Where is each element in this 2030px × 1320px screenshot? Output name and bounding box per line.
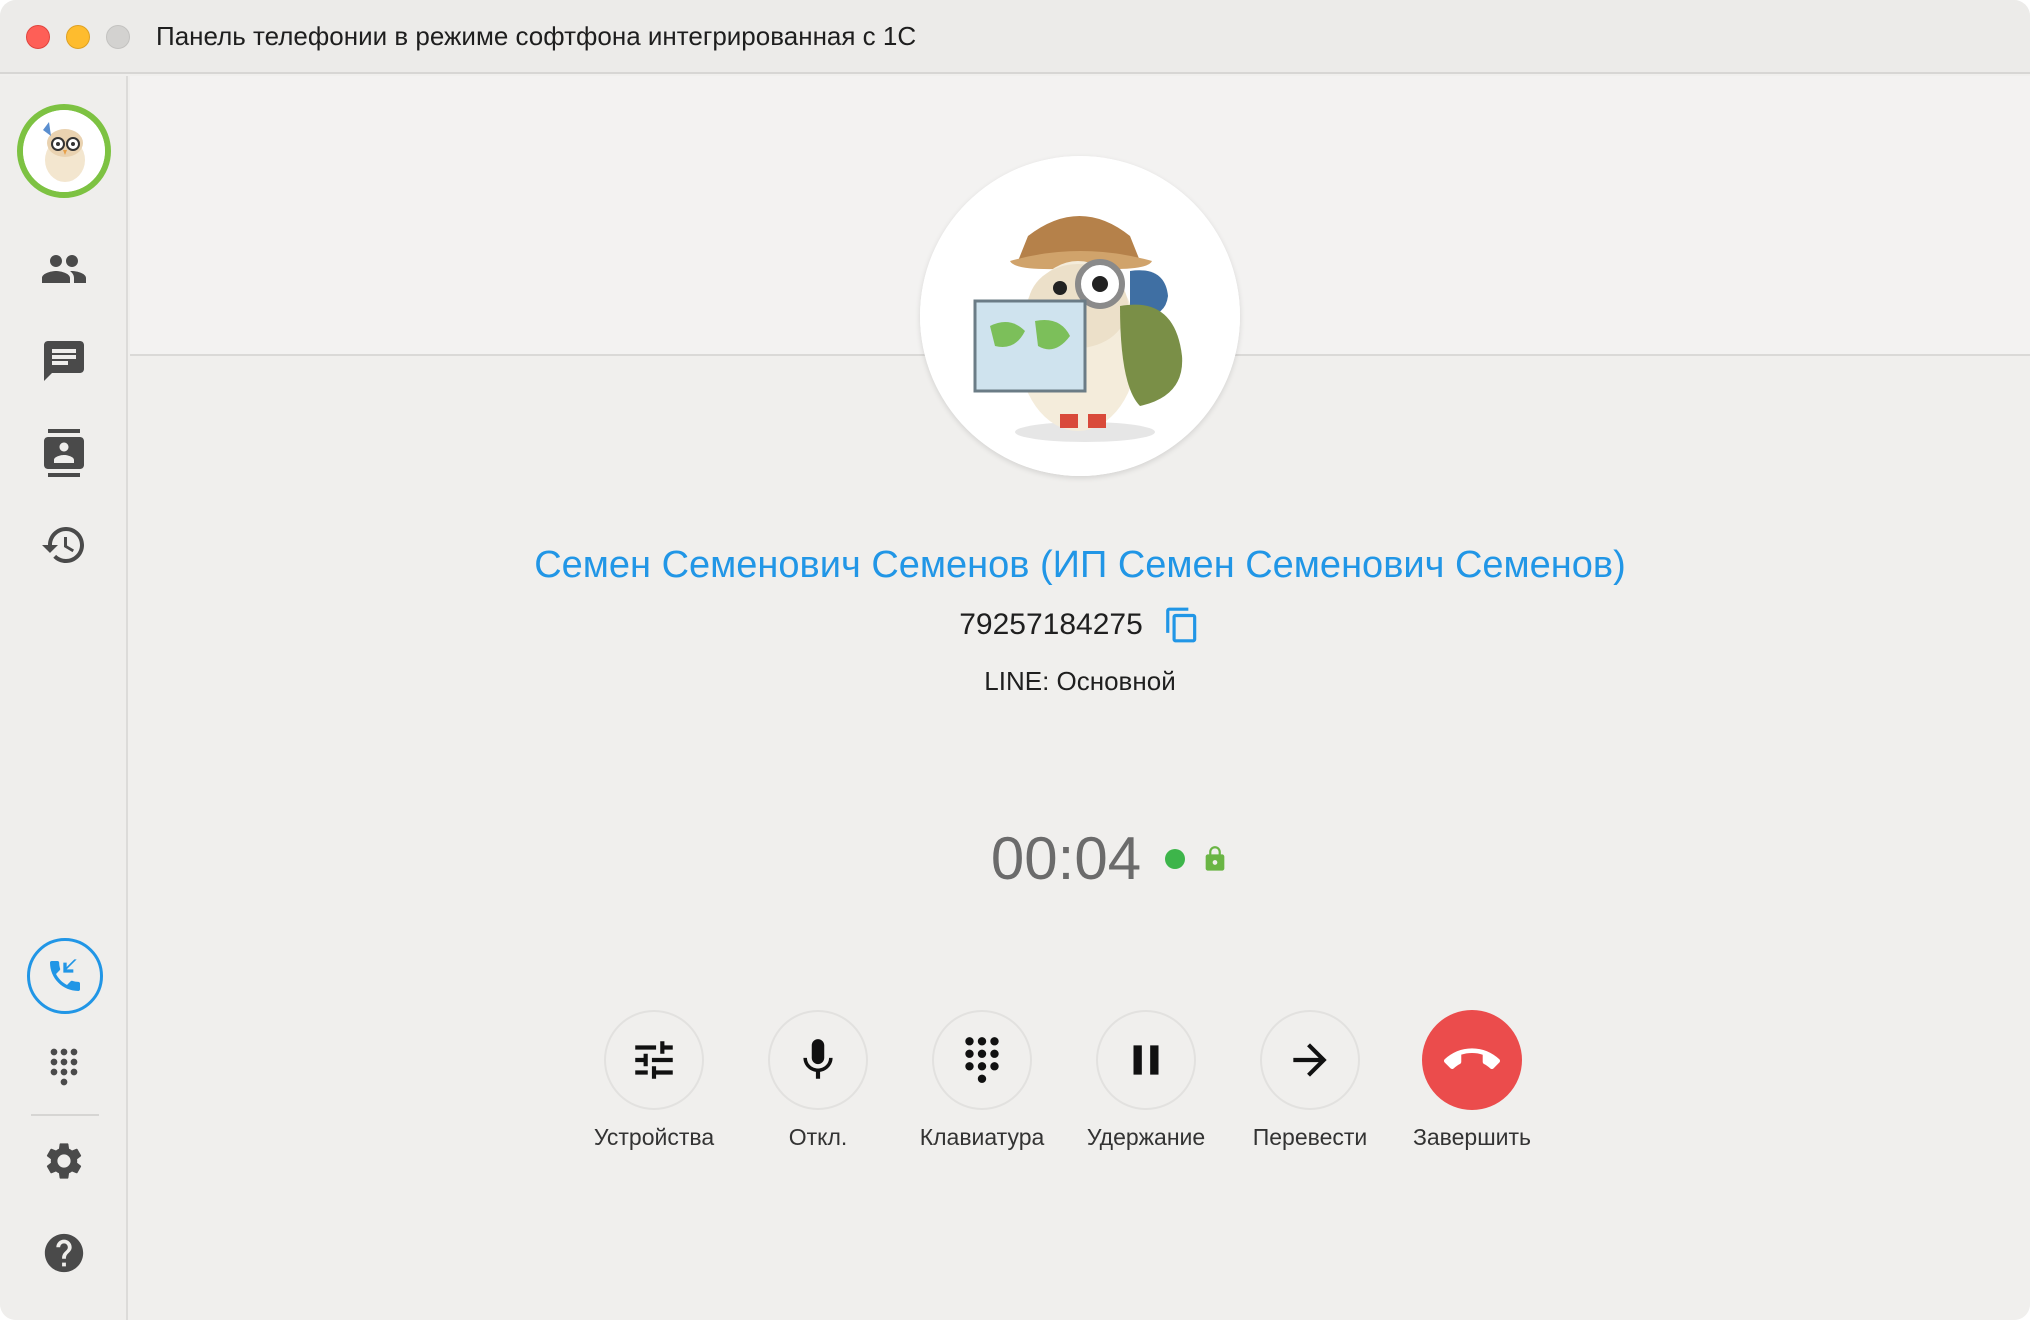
sidebar-help-button[interactable]: [33, 1222, 95, 1284]
call-timer: 00:04: [990, 825, 1142, 892]
close-window-button[interactable]: [26, 25, 50, 49]
mute-label: Откл.: [788, 1124, 848, 1150]
phone-number: 79257184275: [959, 608, 1143, 641]
sidebar-item-messages[interactable]: [33, 330, 95, 392]
end-call-label: Завершить: [1412, 1124, 1532, 1150]
sidebar-active-call-button[interactable]: [27, 938, 103, 1014]
hold-label: Удержание: [1086, 1124, 1206, 1150]
contact-card-icon: [44, 429, 84, 477]
hold-button[interactable]: [1096, 1010, 1196, 1110]
sidebar-item-address-book[interactable]: [33, 422, 95, 484]
call-controls: Устройства Откл. Клавиатура Удержание Пе…: [584, 1010, 1584, 1170]
call-panel: Семен Семенович Семенов (ИП Семен Семено…: [130, 76, 2030, 1320]
line-label: LINE: Основной: [984, 666, 1176, 696]
hold-control: Удержание: [1076, 1010, 1216, 1151]
history-icon: [42, 527, 84, 563]
help-icon: [44, 1233, 84, 1273]
keypad-label: Клавиатура: [919, 1124, 1045, 1150]
mute-button[interactable]: [768, 1010, 868, 1110]
phone-row: 79257184275: [130, 606, 2030, 644]
mute-control: Откл.: [748, 1010, 888, 1151]
contact-name: Семен Семенович Семенов (ИП Семен Семено…: [534, 544, 1626, 586]
arrow-right-icon: [1293, 1043, 1327, 1077]
sidebar-settings-button[interactable]: [33, 1130, 95, 1192]
sidebar-item-history[interactable]: [33, 514, 95, 576]
end-call-button[interactable]: [1422, 1010, 1522, 1110]
gear-icon: [46, 1143, 82, 1179]
devices-control: Устройства: [584, 1010, 724, 1151]
chat-icon: [44, 341, 84, 381]
hang-up-icon: [1444, 1048, 1500, 1070]
owl-avatar-icon: [23, 110, 105, 192]
owl-traveler-icon: [920, 156, 1240, 476]
people-icon: [42, 255, 86, 283]
sidebar-divider: [31, 1114, 99, 1116]
phone-callback-icon: [50, 959, 80, 991]
transfer-control: Перевести: [1240, 1010, 1380, 1151]
devices-button[interactable]: [604, 1010, 704, 1110]
transfer-button[interactable]: [1260, 1010, 1360, 1110]
dialpad-icon: [50, 1048, 78, 1086]
keypad-control: Клавиатура: [912, 1010, 1052, 1151]
microphone-icon: [803, 1039, 833, 1079]
dialpad-icon: [965, 1037, 999, 1083]
sidebar-dialpad-icon-button[interactable]: [33, 1036, 95, 1098]
contact-avatar: [920, 156, 1240, 476]
title-bar: Панель телефонии в режиме софтфона интег…: [0, 0, 2030, 74]
devices-label: Устройства: [593, 1124, 715, 1150]
end-call-control: Завершить: [1402, 1010, 1542, 1151]
lock-icon: [1205, 845, 1225, 871]
copy-icon[interactable]: [1163, 606, 1201, 644]
connection-status-dot: [1165, 848, 1186, 869]
user-avatar[interactable]: [17, 104, 111, 198]
keypad-button[interactable]: [932, 1010, 1032, 1110]
pause-icon: [1133, 1045, 1159, 1075]
minimize-window-button[interactable]: [66, 25, 90, 49]
window-title: Панель телефонии в режиме софтфона интег…: [156, 21, 917, 51]
sliders-icon: [635, 1041, 673, 1079]
call-status-row: 00:04: [130, 824, 2030, 893]
app-window: Панель телефонии в режиме софтфона интег…: [0, 0, 2030, 1320]
maximize-window-button[interactable]: [106, 25, 130, 49]
sidebar-item-contacts[interactable]: [33, 238, 95, 300]
transfer-label: Перевести: [1252, 1124, 1368, 1150]
